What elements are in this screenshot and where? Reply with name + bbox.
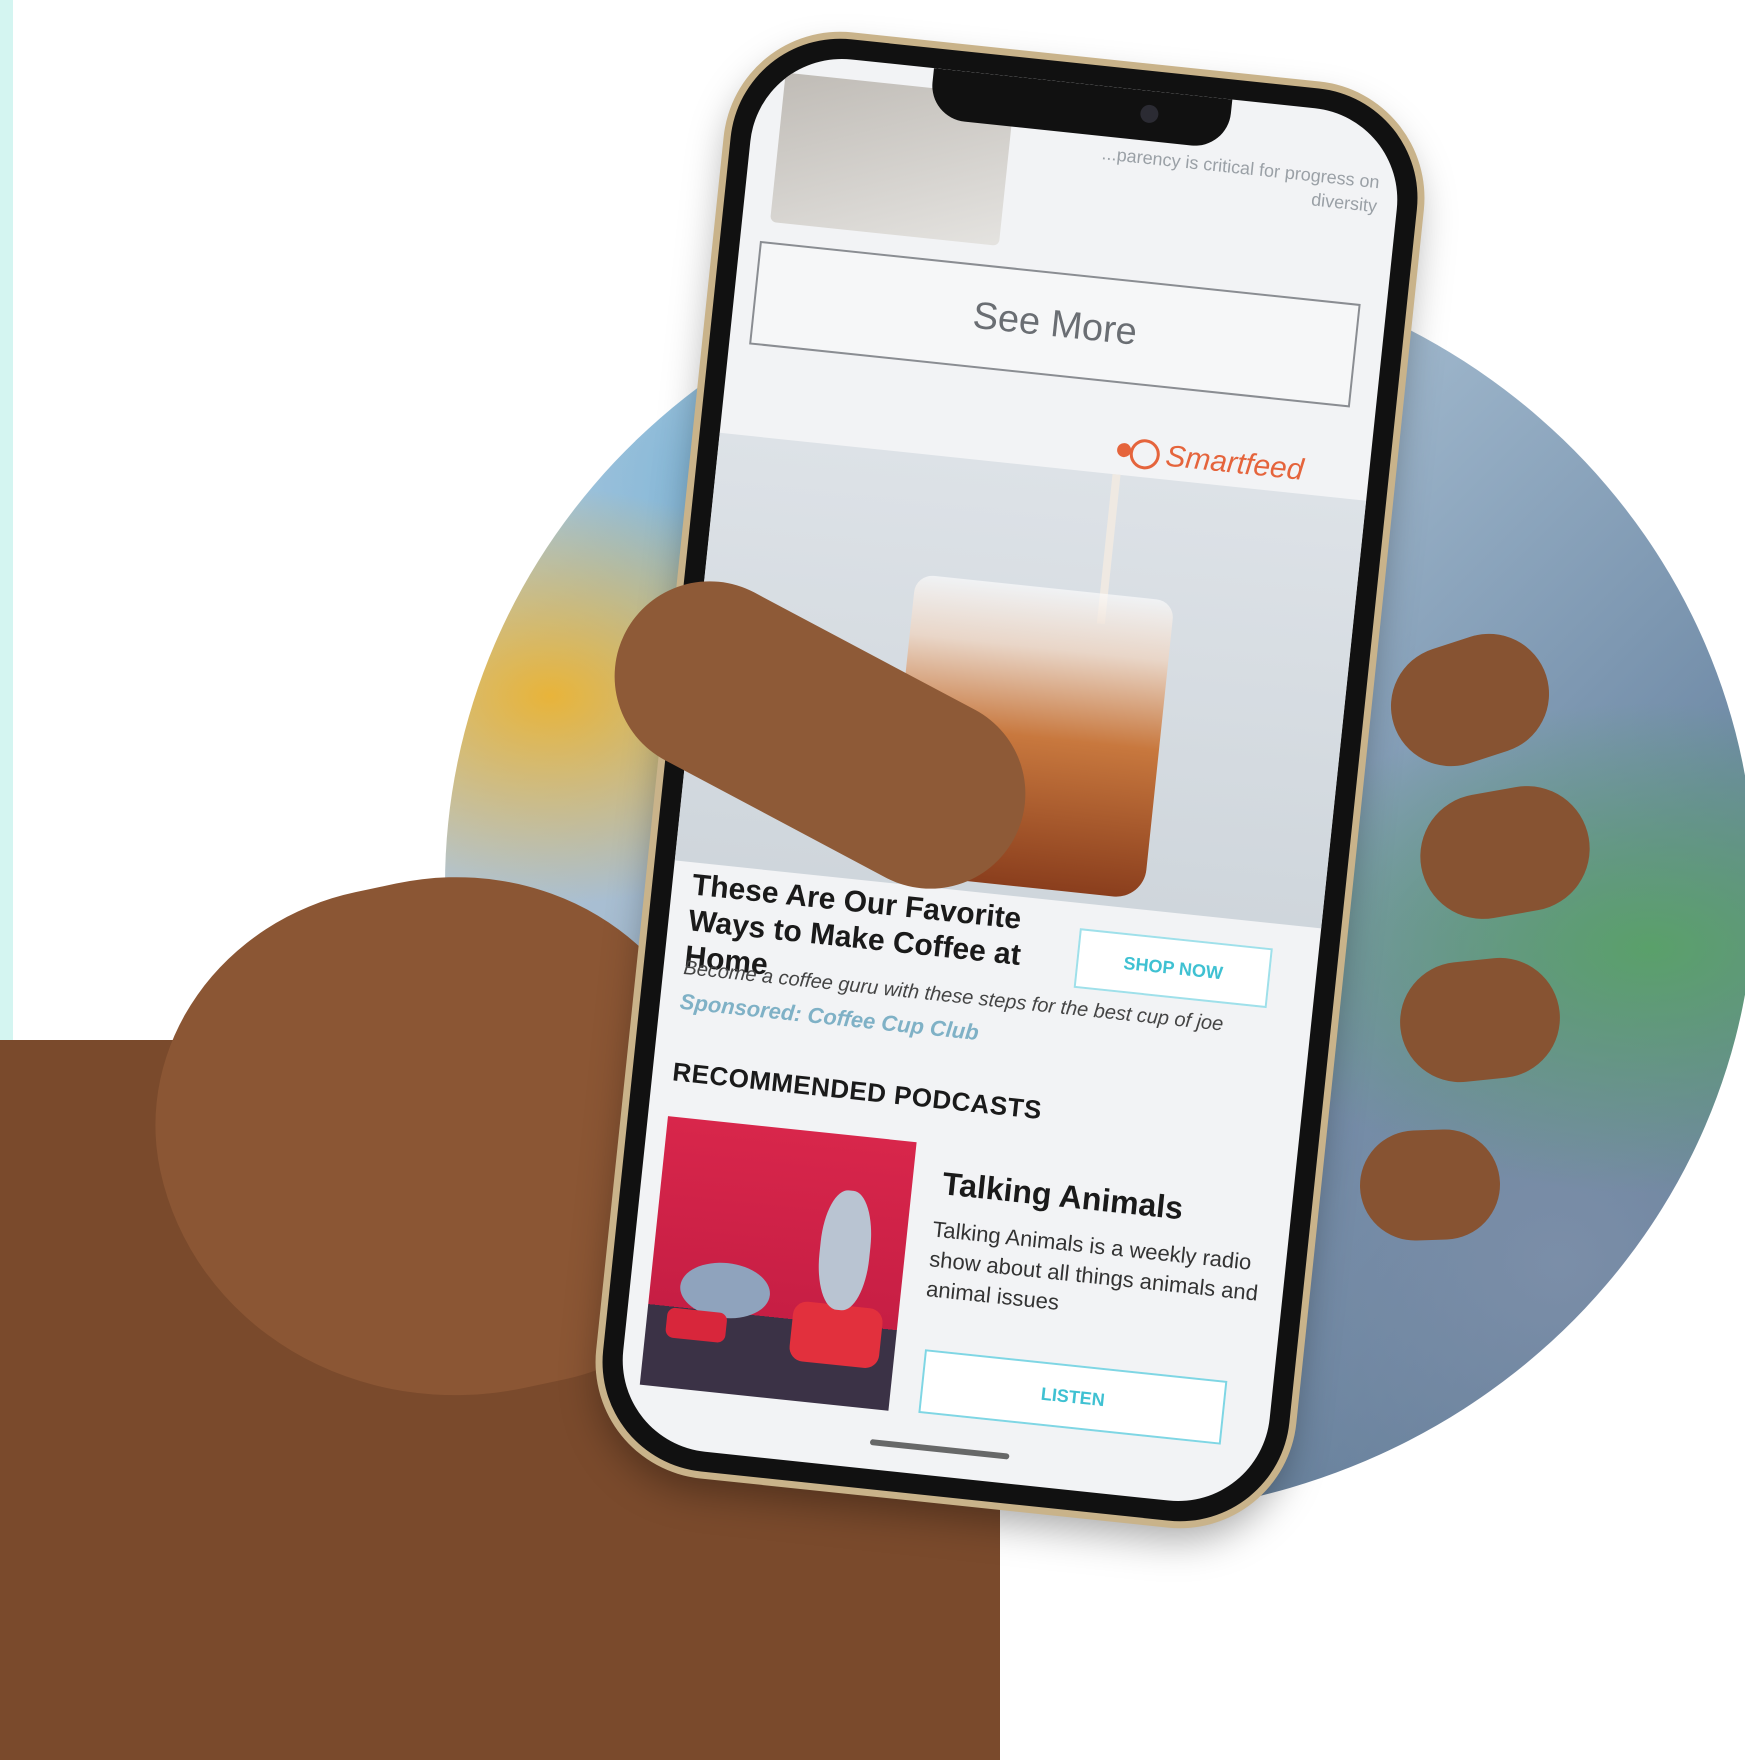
- smartfeed-eyes-icon: [1128, 437, 1162, 471]
- cockatoo-figure: [813, 1188, 877, 1313]
- shop-now-button[interactable]: SHOP NOW: [1073, 928, 1273, 1009]
- home-indicator: [869, 1439, 1010, 1460]
- see-more-button[interactable]: See More: [749, 240, 1361, 408]
- red-telephone-left: [664, 1307, 728, 1344]
- recommended-podcasts-heading: RECOMMENDED PODCASTS: [671, 1056, 1044, 1126]
- podcast-description: Talking Animals is a weekly radio show a…: [925, 1216, 1260, 1315]
- article-snippet: ...parency is critical for progress on d…: [1100, 143, 1381, 217]
- smartfeed-label: Smartfeed: [1163, 439, 1306, 487]
- red-telephone-right: [788, 1300, 884, 1370]
- finger-pinky: [1358, 1127, 1502, 1243]
- podcast-cover-image[interactable]: [639, 1116, 917, 1411]
- listen-button[interactable]: LISTEN: [918, 1349, 1228, 1445]
- front-camera-icon: [1139, 104, 1160, 124]
